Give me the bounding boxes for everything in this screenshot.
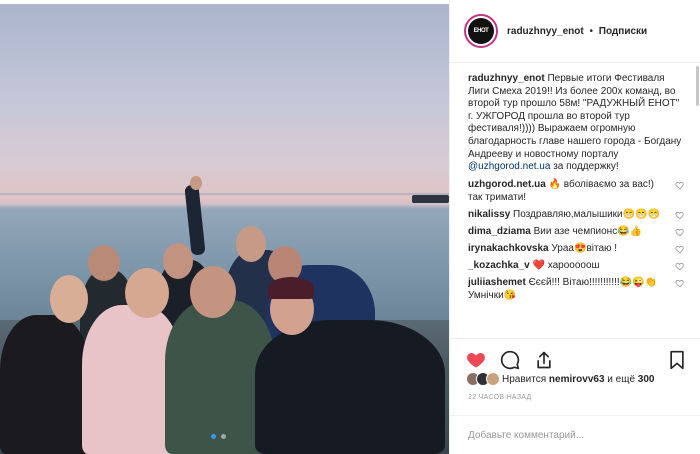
caption-username[interactable]: raduzhnyy_enot (468, 73, 545, 84)
post-sidebar: ЕНОТ raduzhnyy_enot • Подписки raduzhnyy… (449, 0, 700, 454)
comment-like-heart-icon[interactable] (675, 180, 685, 190)
post-caption: raduzhnyy_enot Первые итоги Фестиваля Ли… (468, 73, 687, 174)
caption-link[interactable]: @uzhgorod.net.ua (468, 161, 550, 172)
comments-list: raduzhnyy_enot Первые итоги Фестиваля Ли… (450, 63, 700, 338)
comment-text: Поздравляю,малышики😁😁😁 (513, 208, 660, 220)
comment-text: ❤️ харооооош (532, 259, 600, 271)
post-header: ЕНОТ raduzhnyy_enot • Подписки (450, 0, 700, 63)
likes-count[interactable]: 300 (638, 374, 655, 385)
comment-username[interactable]: juliiashemet (468, 277, 526, 288)
author-username[interactable]: raduzhnyy_enot (507, 26, 584, 37)
comment-username[interactable]: nikalissy (468, 209, 510, 220)
post-timestamp[interactable]: 22 ЧАСОВ НАЗАД (468, 394, 532, 401)
comments-scrollbar[interactable] (696, 66, 699, 106)
separator-dot: • (589, 25, 593, 37)
comment-item: nikalissy Поздравляю,малышики😁😁😁 (468, 208, 687, 221)
comment-like-heart-icon[interactable] (675, 244, 685, 254)
comment-item: _kozachka_v ❤️ харооооош (468, 259, 687, 272)
header-text: raduzhnyy_enot • Подписки (507, 26, 647, 37)
caption-tail: за поддержку! (550, 161, 619, 173)
avatar[interactable]: ЕНОТ (464, 14, 498, 48)
add-comment-bar (450, 415, 700, 454)
comment-icon[interactable] (500, 350, 520, 370)
post-photo[interactable] (0, 0, 449, 454)
comment-username[interactable]: uzhgorod.net.ua (468, 179, 546, 190)
likes-username[interactable]: nemirovv63 (549, 374, 605, 385)
likes-suffix: и ещё (607, 373, 636, 385)
share-icon[interactable] (534, 350, 554, 370)
comment-item: dima_dziama Вии азе чемпионс😂👍 (468, 225, 687, 238)
top-strip (0, 0, 449, 4)
liker-avatar[interactable] (486, 372, 500, 386)
comment-item: uzhgorod.net.ua 🔥 вболіваємо за вас!) та… (468, 178, 687, 204)
follow-status-button[interactable]: Подписки (599, 26, 647, 37)
comment-item: irynakachkovska Ураа😍вітаю ! (468, 242, 687, 255)
likes-prefix: Нравится (502, 373, 547, 385)
sea-horizon (0, 193, 449, 195)
caption-text: Первые итоги Фестиваля Лиги Смеха 2019!!… (468, 73, 682, 160)
comment-text: Вии азе чемпионс😂👍 (533, 225, 643, 237)
carousel-dot[interactable] (221, 434, 226, 439)
carousel-dots[interactable] (211, 434, 226, 439)
heart-icon[interactable] (466, 350, 486, 370)
likes-summary: Нравится nemirovv63 и ещё 300 (466, 372, 654, 386)
comment-username[interactable]: irynakachkovska (468, 243, 549, 254)
comment-item: juliiashemet Єєєй!!! Вітаю!!!!!!!!!!!😂😜👏… (468, 276, 687, 302)
comment-username[interactable]: dima_dziama (468, 226, 531, 237)
comment-like-heart-icon[interactable] (675, 210, 685, 220)
comment-like-heart-icon[interactable] (675, 227, 685, 237)
add-comment-input[interactable] (468, 429, 683, 441)
carousel-dot-active[interactable] (211, 434, 216, 439)
likers-avatars[interactable] (466, 372, 500, 386)
action-bar (450, 338, 700, 372)
avatar-image: ЕНОТ (468, 18, 494, 44)
comment-like-heart-icon[interactable] (675, 261, 685, 271)
pier (412, 195, 449, 203)
comment-text: Ураа😍вітаю ! (551, 242, 618, 254)
bookmark-icon[interactable] (667, 350, 687, 370)
comment-username[interactable]: _kozachka_v (468, 260, 530, 271)
comment-like-heart-icon[interactable] (675, 278, 685, 288)
